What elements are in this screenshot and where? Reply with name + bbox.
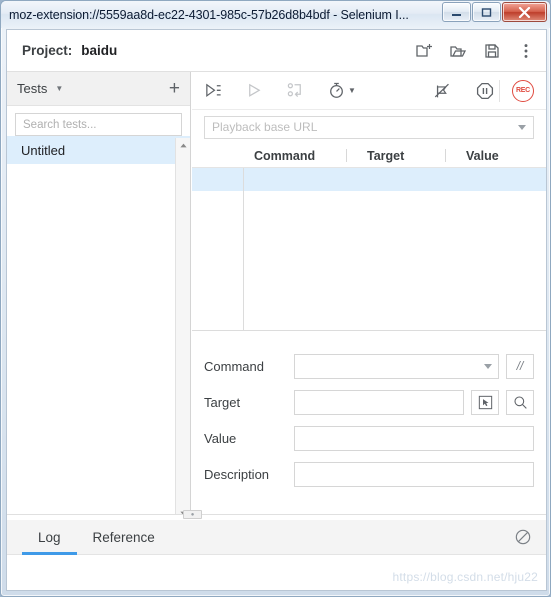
tests-list-scrollbar[interactable]	[175, 138, 190, 520]
command-select[interactable]	[294, 353, 499, 379]
title-bar[interactable]: moz-extension://5559aa8d-ec22-4301-985c-…	[1, 1, 550, 28]
search-tests-box[interactable]	[15, 113, 182, 136]
application-window: moz-extension://5559aa8d-ec22-4301-985c-…	[0, 0, 551, 597]
tests-panel-title: Tests	[17, 81, 48, 96]
target-input[interactable]	[301, 395, 457, 409]
description-field-label: Description	[204, 466, 270, 482]
run-all-tests-icon[interactable]	[204, 81, 223, 100]
chevron-down-icon[interactable]	[484, 363, 492, 369]
command-editor-form: Command // Target Value Description	[192, 334, 546, 520]
watermark: https://blog.csdn.net/hju22	[392, 570, 538, 584]
commands-table-header: Command Target Value	[192, 144, 546, 168]
column-divider[interactable]	[445, 149, 446, 162]
target-field-label: Target	[204, 394, 241, 410]
window-title: moz-extension://5559aa8d-ec22-4301-985c-…	[9, 7, 409, 22]
test-speed-icon[interactable]: ▼	[327, 81, 356, 100]
clear-log-icon	[515, 529, 531, 545]
base-url-box[interactable]	[204, 115, 534, 139]
window-controls	[442, 2, 547, 22]
find-target-icon	[513, 395, 527, 409]
form-row-target: Target	[204, 384, 534, 420]
clear-log-button[interactable]	[514, 528, 532, 546]
command-input[interactable]	[301, 359, 484, 373]
table-gutter	[192, 168, 244, 330]
run-current-test-icon[interactable]	[245, 81, 264, 100]
kebab-menu-icon[interactable]	[516, 41, 536, 61]
maximize-button[interactable]	[472, 2, 501, 22]
base-url-row	[192, 110, 546, 144]
search-tests-input[interactable]	[23, 118, 177, 131]
target-input-box[interactable]	[294, 389, 464, 415]
open-project-icon[interactable]	[448, 41, 468, 61]
minimize-button[interactable]	[442, 2, 471, 22]
toolbar-divider	[499, 79, 500, 102]
project-label: Project:	[22, 43, 73, 58]
table-row[interactable]	[244, 168, 546, 191]
log-tabs: Log Reference	[7, 520, 546, 555]
column-header-command[interactable]: Command	[244, 149, 336, 163]
new-project-icon[interactable]	[414, 41, 434, 61]
close-icon	[518, 6, 531, 18]
editor-panel: ▼ REC Playback base URL Command Target V…	[192, 72, 546, 520]
close-button[interactable]	[502, 2, 547, 22]
form-row-value: Value	[204, 420, 534, 456]
minimize-icon	[452, 13, 461, 16]
table-row-gutter[interactable]	[192, 168, 243, 191]
pause-icon[interactable]	[475, 81, 495, 101]
disable-breakpoints-icon[interactable]	[433, 81, 453, 101]
find-target-button[interactable]	[506, 389, 534, 415]
project-actions	[414, 41, 536, 61]
splitter-handle[interactable]: ●	[183, 510, 202, 519]
value-input[interactable]	[301, 431, 527, 445]
project-header: Project: baidu	[7, 30, 546, 72]
chevron-down-icon[interactable]	[518, 124, 526, 130]
table-rows	[244, 168, 546, 330]
description-input[interactable]	[301, 467, 527, 481]
value-field-label: Value	[204, 430, 237, 446]
form-row-description: Description	[204, 456, 534, 492]
record-button[interactable]: REC	[512, 79, 534, 102]
project-name[interactable]: baidu	[81, 43, 117, 58]
base-url-input[interactable]	[212, 120, 518, 134]
playback-toolbar: ▼ REC	[192, 72, 546, 110]
commands-table-body[interactable]	[192, 168, 546, 331]
select-target-icon	[478, 395, 492, 409]
chevron-down-icon[interactable]: ▼	[55, 84, 63, 93]
chevron-down-icon[interactable]: ▼	[348, 86, 356, 95]
step-over-icon[interactable]	[286, 81, 305, 100]
save-project-icon[interactable]	[482, 41, 502, 61]
list-item[interactable]: Untitled	[7, 136, 190, 164]
add-comment-button[interactable]: //	[506, 353, 534, 379]
scroll-up-icon[interactable]	[176, 138, 191, 152]
maximize-icon	[481, 7, 492, 17]
add-test-button[interactable]: +	[169, 79, 180, 98]
tests-panel: Tests ▼ + Untitled	[7, 72, 191, 520]
command-field-label: Command	[204, 358, 264, 374]
value-input-box[interactable]	[294, 425, 534, 451]
tests-panel-header: Tests ▼ +	[7, 72, 190, 106]
column-divider[interactable]	[346, 149, 347, 162]
log-panel: Log Reference https://blog.csdn.net/hju2…	[7, 520, 546, 590]
tab-log[interactable]: Log	[22, 520, 77, 555]
description-input-box[interactable]	[294, 461, 534, 487]
column-header-target[interactable]: Target	[357, 149, 435, 163]
tests-list[interactable]: Untitled	[7, 136, 190, 520]
tab-reference[interactable]: Reference	[77, 520, 171, 555]
select-target-button[interactable]	[471, 389, 499, 415]
form-row-command: Command //	[204, 348, 534, 384]
splitter-dots-icon: ●	[190, 511, 195, 518]
column-header-value[interactable]: Value	[456, 149, 499, 163]
selenium-ide-client: Project: baidu Tests ▼ + Search tests...…	[6, 29, 547, 591]
